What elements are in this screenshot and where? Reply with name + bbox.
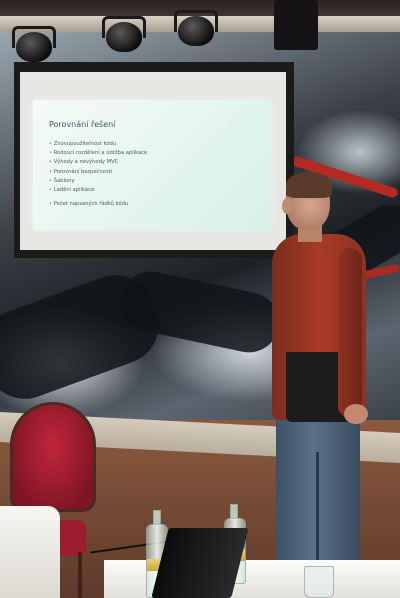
slide-bullet: Rodoucí rozdělení a údržba aplikace bbox=[49, 149, 148, 158]
slide-title: Porovnání řešení bbox=[49, 120, 116, 129]
presenter bbox=[268, 172, 378, 598]
slide-bullet: Ladění aplikace bbox=[49, 186, 147, 195]
speaker bbox=[274, 0, 318, 50]
stage-light bbox=[174, 6, 218, 46]
red-chair-back bbox=[10, 402, 96, 512]
slide-bullet: Výhody a nevýhody MVC bbox=[49, 158, 147, 167]
drinking-glass bbox=[304, 566, 334, 598]
slide-bullet-list: Znovupoužitelnost kódu Rodoucí rozdělení… bbox=[49, 140, 148, 195]
stage-light bbox=[12, 22, 56, 62]
slide-bullet: Šablony bbox=[49, 177, 147, 186]
table-left bbox=[0, 506, 60, 598]
photo-scene: Porovnání řešení Znovupoužitelnost kódu … bbox=[0, 0, 400, 598]
slide-bullet: Porovnání bezpečnosti bbox=[49, 168, 147, 177]
projected-slide: Porovnání řešení Znovupoužitelnost kódu … bbox=[33, 100, 271, 230]
slide-bullet-extra: Počet napsaných řádků kódu bbox=[49, 201, 129, 207]
stage-light bbox=[102, 12, 146, 52]
slide-bullet: Znovupoužitelnost kódu bbox=[49, 140, 147, 149]
